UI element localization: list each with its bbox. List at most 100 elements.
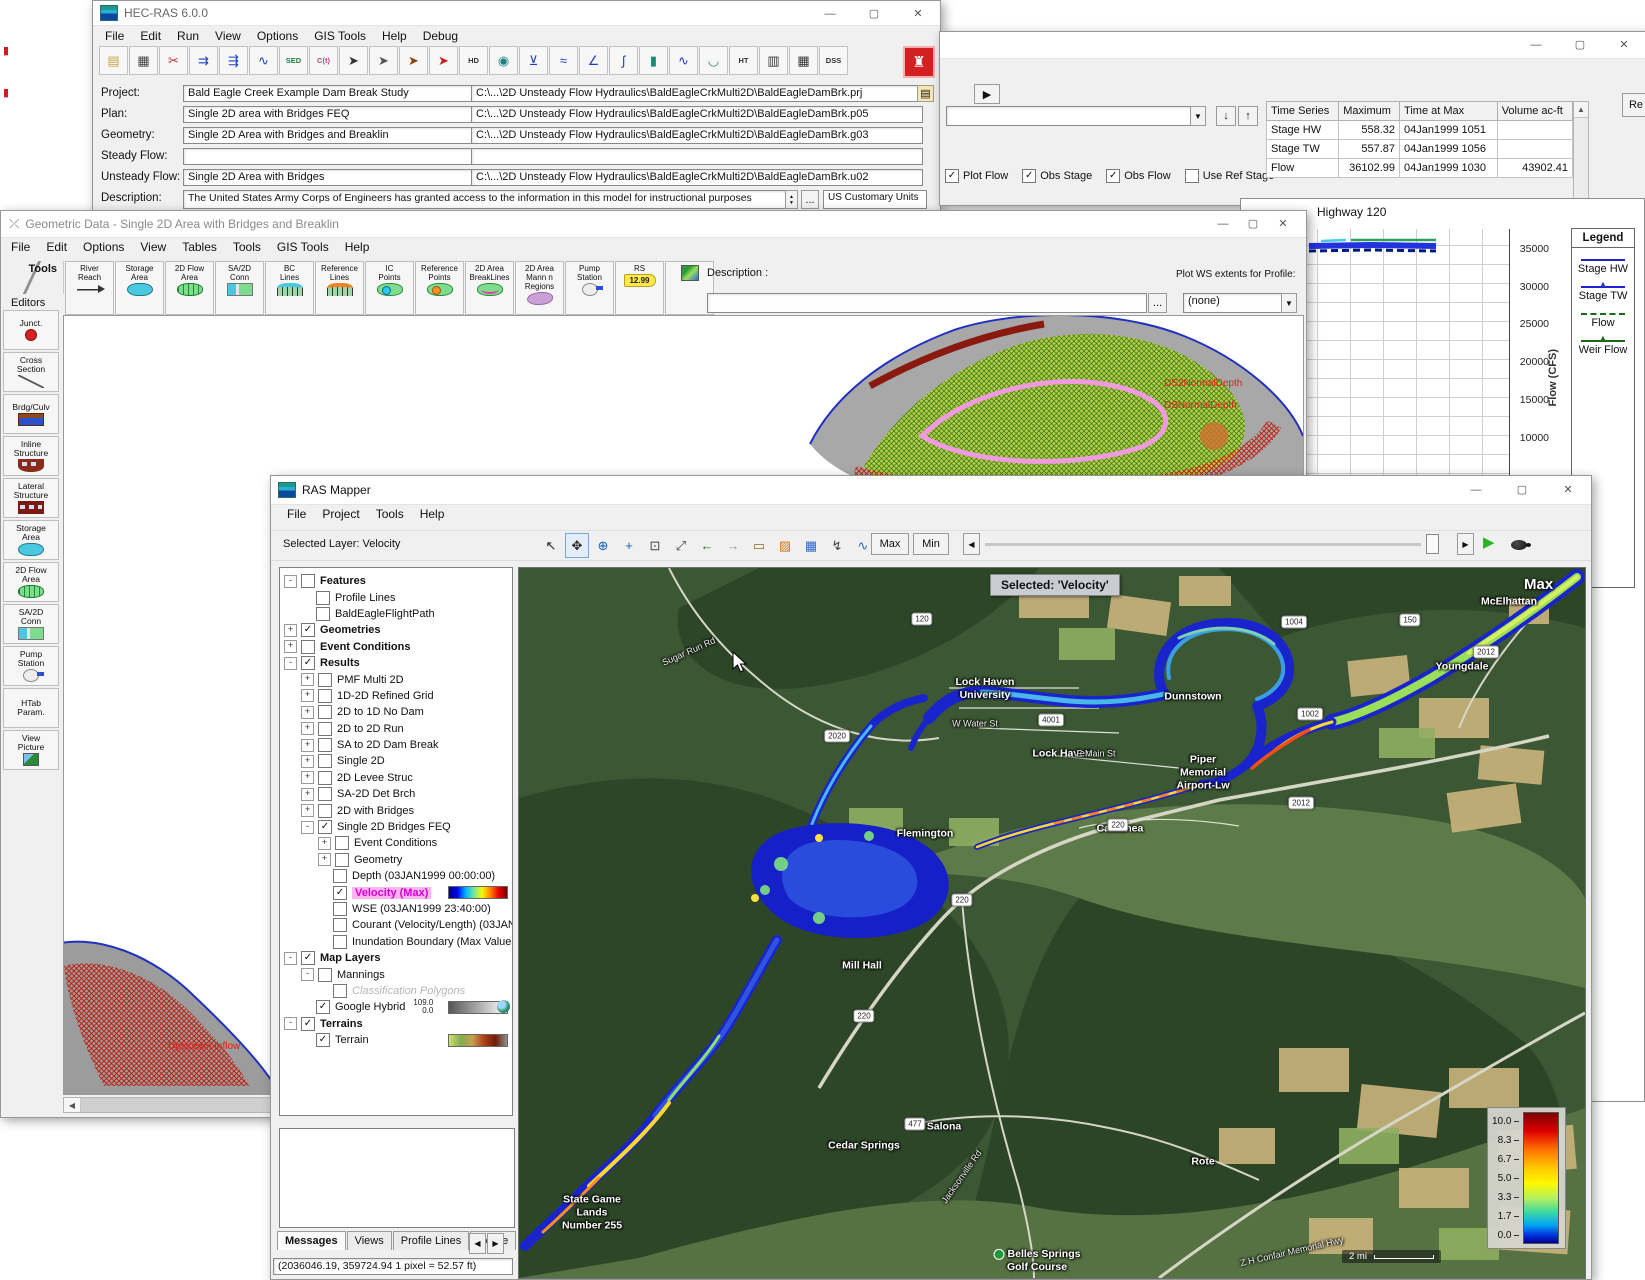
description-more-button[interactable]: ... xyxy=(801,190,819,209)
velocity-vector-icon[interactable]: ↯ xyxy=(825,533,849,558)
geometry-editor-icon[interactable]: ✂ xyxy=(159,46,188,75)
menu-debug[interactable]: Debug xyxy=(415,26,466,46)
menu-file[interactable]: File xyxy=(279,504,314,524)
tree-item-pmf-multi-2d[interactable]: +PMF Multi 2D xyxy=(280,671,512,687)
close-button[interactable]: ✕ xyxy=(1545,476,1591,503)
tree-checkbox[interactable]: ✓ xyxy=(333,886,347,900)
menu-tools[interactable]: Tools xyxy=(225,237,269,257)
tree-expander[interactable]: - xyxy=(301,968,314,981)
tree-item-mannings[interactable]: -Mannings xyxy=(280,966,512,982)
tree-checkbox[interactable]: ✓ xyxy=(318,820,332,834)
minimize-button[interactable]: — xyxy=(1514,32,1558,57)
tree-item-velocity-max[interactable]: ✓Velocity (Max) xyxy=(280,884,512,900)
tree-expander[interactable]: + xyxy=(301,673,314,686)
tree-checkbox[interactable] xyxy=(335,836,349,850)
maximize-button[interactable]: ▢ xyxy=(1499,476,1545,503)
menu-file[interactable]: File xyxy=(97,26,132,46)
detailed-tables-icon[interactable]: ▥ xyxy=(759,46,788,75)
tree-checkbox[interactable] xyxy=(301,574,315,588)
table-scrollbar[interactable]: ▲ xyxy=(1573,101,1589,202)
timeline-right-button[interactable]: ▶ xyxy=(1457,533,1474,555)
usace-castle-icon[interactable]: ♜ xyxy=(903,46,935,78)
zoom-window-icon[interactable]: ⊡ xyxy=(643,533,667,558)
tab-scroll-left-icon[interactable]: ◀ xyxy=(469,1233,486,1254)
menu-project[interactable]: Project xyxy=(314,504,367,524)
profile-dropdown-arrow-icon[interactable]: ▼ xyxy=(1281,293,1297,313)
tree-item-google-hybrid[interactable]: ✓Google Hybrid109.00.0 xyxy=(280,999,512,1015)
geometric-titlebar[interactable]: ⤫ Geometric Data - Single 2D Area with B… xyxy=(1,211,1306,238)
geo-tool-2d-area-mann-n-regions[interactable]: 2D Area Mann n Regions xyxy=(515,261,564,315)
field-value[interactable] xyxy=(183,148,475,165)
tree-checkbox[interactable] xyxy=(333,935,347,949)
tree-expander[interactable]: + xyxy=(301,788,314,801)
minimize-button[interactable]: — xyxy=(1453,476,1499,503)
geo-tool-reference-lines[interactable]: Reference Lines xyxy=(315,261,364,315)
tree-item-sa-2d-det-brch[interactable]: +SA-2D Det Brch xyxy=(280,786,512,802)
tree-checkbox[interactable] xyxy=(318,754,332,768)
tree-expander[interactable]: - xyxy=(284,575,297,588)
tree-expander[interactable]: + xyxy=(301,755,314,768)
hydrograph-plot-icon[interactable]: ∿ xyxy=(669,46,698,75)
tree-expander[interactable]: - xyxy=(284,657,297,670)
tree-checkbox[interactable] xyxy=(318,771,332,785)
spin-down-icon[interactable]: ▼ xyxy=(789,200,794,206)
geo-tool-river-reach[interactable]: River Reach xyxy=(65,261,114,315)
editor-junct[interactable]: Junct. xyxy=(3,310,59,350)
tree-expander[interactable]: + xyxy=(301,771,314,784)
back-icon[interactable]: ← xyxy=(695,533,719,558)
tree-checkbox[interactable]: ✓ xyxy=(301,623,315,637)
flood-raster-icon[interactable]: ▨ xyxy=(773,533,797,558)
tree-checkbox[interactable] xyxy=(318,787,332,801)
tree-item-profile-lines[interactable]: Profile Lines xyxy=(280,589,512,605)
geo-tool-ic-points[interactable]: IC Points xyxy=(365,261,414,315)
menu-tools[interactable]: Tools xyxy=(368,504,412,524)
tree-item-results[interactable]: -✓Results xyxy=(280,655,512,671)
close-button[interactable]: ✕ xyxy=(1602,32,1645,57)
tree-expander[interactable]: + xyxy=(301,706,314,719)
pan-hand-icon[interactable]: ✥ xyxy=(565,533,589,558)
measure-icon[interactable]: ▭ xyxy=(747,533,771,558)
checkbox-obs-stage[interactable]: ✓Obs Stage xyxy=(1022,169,1092,183)
tree-item-depth-03jan1999-00-00-00[interactable]: Depth (03JAN1999 00:00:00) xyxy=(280,868,512,884)
general-profile-icon[interactable]: ∠ xyxy=(579,46,608,75)
read-button[interactable]: Re xyxy=(1622,93,1645,117)
geo-tool-sa-2d-conn[interactable]: SA/2D Conn xyxy=(215,261,264,315)
tree-checkbox[interactable]: ✓ xyxy=(316,1000,330,1014)
editor-htab-param[interactable]: HTab Param. xyxy=(3,688,59,728)
mesh-icon[interactable]: ▦ xyxy=(799,533,823,558)
tab-views[interactable]: Views xyxy=(347,1231,392,1250)
geo-tool-2d-area-breaklines[interactable]: 2D Area BreakLines xyxy=(465,261,514,315)
maximize-button[interactable]: ▢ xyxy=(1238,211,1268,236)
save-icon[interactable]: ▦ xyxy=(129,46,158,75)
field-path[interactable]: C:\...\2D Unsteady Flow Hydraulics\BaldE… xyxy=(471,127,923,144)
field-path[interactable]: C:\...\2D Unsteady Flow Hydraulics\BaldE… xyxy=(471,169,923,186)
tree-checkbox[interactable] xyxy=(318,689,332,703)
tree-item-classification-polygons[interactable]: Classification Polygons xyxy=(280,983,512,999)
editor-lateral-structure[interactable]: Lateral Structure xyxy=(3,478,59,518)
rating-curve-icon[interactable]: ∫ xyxy=(609,46,638,75)
scroll-up-icon[interactable]: ▲ xyxy=(1574,102,1588,118)
checkbox-obs-flow[interactable]: ✓Obs Flow xyxy=(1106,169,1170,183)
checkbox-use-ref-stage[interactable]: Use Ref Stage xyxy=(1185,169,1275,183)
menu-file[interactable]: File xyxy=(3,237,38,257)
tree-item-2d-to-2d-run[interactable]: +2D to 2D Run xyxy=(280,721,512,737)
editor-storage-area[interactable]: Storage Area xyxy=(3,520,59,560)
profile-plot-icon[interactable]: ≈ xyxy=(549,46,578,75)
tree-checkbox[interactable] xyxy=(316,591,330,605)
tree-item-terrain[interactable]: ✓Terrain xyxy=(280,1032,512,1048)
tree-expander[interactable]: + xyxy=(301,689,314,702)
tree-checkbox[interactable] xyxy=(335,853,349,867)
field-value[interactable]: Single 2D area with Bridges FEQ xyxy=(183,106,475,123)
menu-view[interactable]: View xyxy=(207,26,249,46)
minimize-button[interactable]: — xyxy=(1208,211,1238,236)
zoom-extents-icon[interactable]: ⤢ xyxy=(669,533,693,558)
animate-play-icon[interactable]: ▶ xyxy=(1483,533,1495,551)
editor-pump-station[interactable]: Pump Station xyxy=(3,646,59,686)
close-button[interactable]: ✕ xyxy=(896,1,940,26)
tree-item-event-conditions[interactable]: +Event Conditions xyxy=(280,835,512,851)
scrollbar-thumb[interactable] xyxy=(81,1098,292,1112)
tree-item-2d-with-bridges[interactable]: +2D with Bridges xyxy=(280,802,512,818)
tree-checkbox[interactable] xyxy=(333,869,347,883)
tree-item-courant-velocity-length-03jan[interactable]: Courant (Velocity/Length) (03JAN xyxy=(280,917,512,933)
node-dropdown[interactable] xyxy=(946,106,1198,126)
